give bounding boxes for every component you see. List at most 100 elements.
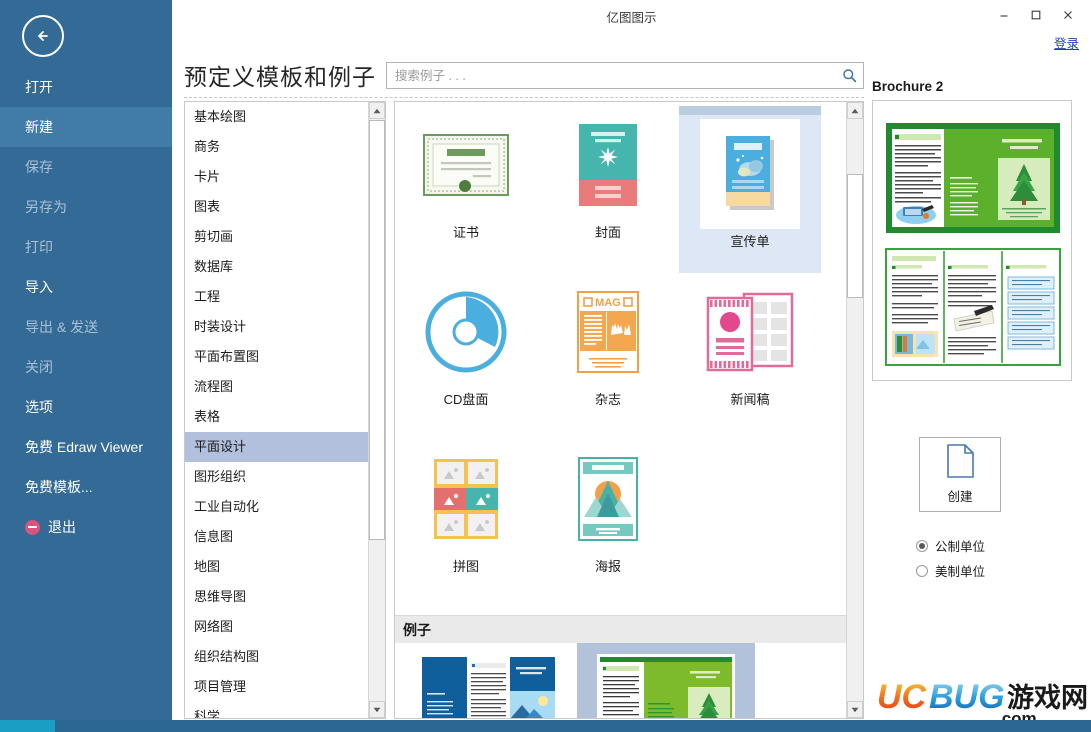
minimize-icon[interactable]	[989, 3, 1019, 27]
template-card-poster[interactable]: 海报	[537, 440, 679, 607]
green-brochure-example	[597, 654, 735, 718]
template-scrollbar[interactable]	[846, 102, 863, 718]
template-grid: 证书 封面 宣传单 CD盘面 MAG 杂志 新闻稿 拼图 海报	[395, 102, 846, 607]
category-item-business[interactable]: 商务	[185, 132, 369, 162]
category-item-form[interactable]: 表格	[185, 402, 369, 432]
category-item-org-chart[interactable]: 组织结构图	[185, 642, 369, 672]
category-label: 平面设计	[194, 439, 247, 454]
template-label: 杂志	[594, 392, 621, 407]
magazine-thumb: MAG	[577, 277, 639, 387]
category-item-graphic-organizer[interactable]: 图形组织	[185, 462, 369, 492]
back-arrow-icon[interactable]	[22, 15, 64, 57]
sidebar-item-close[interactable]: 关闭	[0, 347, 172, 387]
category-item-fashion-design[interactable]: 时装设计	[185, 312, 369, 342]
sidebar-item-label: 打印	[25, 239, 53, 255]
sidebar: 打开 新建 保存 另存为 打印 导入 导出 & 发送 关闭 选项 免费 Edra…	[0, 0, 172, 732]
maximize-icon[interactable]	[1021, 3, 1051, 27]
category-item-clipart[interactable]: 剪切画	[185, 222, 369, 252]
category-label: 流程图	[194, 379, 234, 394]
category-label: 图形组织	[194, 469, 247, 484]
example-card-green-brochure[interactable]	[577, 643, 755, 718]
template-card-cd-label[interactable]: CD盘面	[395, 273, 537, 440]
sidebar-item-exit[interactable]: 退出	[0, 507, 172, 547]
category-item-industrial-automation[interactable]: 工业自动化	[185, 492, 369, 522]
category-item-floor-plan[interactable]: 平面布置图	[185, 342, 369, 372]
sidebar-item-free-edraw-viewer[interactable]: 免费 Edraw Viewer	[0, 427, 172, 467]
category-label: 图表	[194, 199, 221, 214]
category-scrollbar-thumb[interactable]	[369, 120, 385, 540]
category-item-engineering[interactable]: 工程	[185, 282, 369, 312]
template-card-book-cover[interactable]: 封面	[537, 106, 679, 273]
category-item-network-diagram[interactable]: 网络图	[185, 612, 369, 642]
sidebar-item-label: 导入	[25, 279, 53, 295]
sidebar-item-free-templates[interactable]: 免费模板...	[0, 467, 172, 507]
category-item-database[interactable]: 数据库	[185, 252, 369, 282]
login-link[interactable]: 登录	[1054, 33, 1079, 52]
template-card-magazine[interactable]: MAG 杂志	[537, 273, 679, 440]
template-scrollbar-thumb[interactable]	[847, 174, 863, 298]
category-item-infographic[interactable]: 信息图	[185, 522, 369, 552]
edraw-backstage-window: 打开 新建 保存 另存为 打印 导入 导出 & 发送 关闭 选项 免费 Edra…	[0, 0, 1091, 732]
sidebar-item-label: 免费模板...	[25, 479, 93, 495]
search-box[interactable]	[386, 62, 864, 89]
search-icon[interactable]	[835, 68, 863, 83]
template-card-newsletter[interactable]: 新闻稿	[679, 273, 821, 440]
category-list: 基本绘图 商务 卡片 图表 剪切画 数据库 工程 时装设计 平面布置图 流程图 …	[185, 102, 369, 718]
category-label: 项目管理	[194, 679, 247, 694]
category-item-flowchart[interactable]: 流程图	[185, 372, 369, 402]
radio-label: 公制单位	[935, 540, 986, 554]
sidebar-item-export-send[interactable]: 导出 & 发送	[0, 307, 172, 347]
sidebar-item-import[interactable]: 导入	[0, 267, 172, 307]
category-item-chart[interactable]: 图表	[185, 192, 369, 222]
sidebar-item-print[interactable]: 打印	[0, 227, 172, 267]
scroll-up-icon[interactable]	[369, 102, 385, 119]
unit-radio-group: 公制单位 美制单位	[916, 533, 985, 583]
template-card-flyer[interactable]: 宣传单	[679, 106, 821, 273]
category-item-project-management[interactable]: 项目管理	[185, 672, 369, 702]
category-item-card[interactable]: 卡片	[185, 162, 369, 192]
new-document-icon	[946, 444, 974, 483]
radio-metric-units[interactable]: 公制单位	[916, 533, 985, 558]
category-label: 卡片	[194, 169, 221, 184]
category-label: 地图	[194, 559, 221, 574]
search-input[interactable]	[387, 63, 835, 88]
example-card-blue-brochure[interactable]	[399, 643, 577, 718]
radio-unselected-icon[interactable]	[916, 564, 928, 577]
bottom-strip-accent	[0, 720, 55, 732]
radio-selected-icon[interactable]	[916, 539, 928, 552]
category-label: 工程	[194, 289, 221, 304]
book-cover-thumb	[579, 110, 637, 220]
sidebar-item-options[interactable]: 选项	[0, 387, 172, 427]
svg-text:MAG: MAG	[595, 297, 621, 309]
scroll-down-icon[interactable]	[369, 701, 385, 718]
collage-thumb	[434, 444, 498, 554]
category-label: 基本绘图	[194, 109, 247, 124]
sidebar-item-save-as[interactable]: 另存为	[0, 187, 172, 227]
sidebar-item-label: 免费 Edraw Viewer	[25, 439, 144, 455]
radio-imperial-units[interactable]: 美制单位	[916, 558, 985, 583]
category-label: 网络图	[194, 619, 234, 634]
scroll-down-icon[interactable]	[847, 701, 863, 718]
exit-icon	[25, 519, 40, 535]
scroll-up-icon[interactable]	[847, 102, 863, 119]
template-card-collage[interactable]: 拼图	[395, 440, 537, 607]
sidebar-item-new[interactable]: 新建	[0, 107, 172, 147]
sidebar-item-label: 新建	[25, 119, 53, 135]
category-scrollbar[interactable]	[368, 102, 385, 718]
sidebar-item-label: 另存为	[25, 199, 67, 215]
category-item-science[interactable]: 科学	[185, 702, 369, 718]
sidebar-item-label: 选项	[25, 399, 53, 415]
create-button[interactable]: 创建	[919, 437, 1001, 512]
category-item-basic-drawing[interactable]: 基本绘图	[185, 102, 369, 132]
selection-bar	[679, 106, 821, 115]
category-item-graphic-design[interactable]: 平面设计	[185, 432, 369, 462]
template-label: 海报	[594, 559, 621, 574]
category-item-map[interactable]: 地图	[185, 552, 369, 582]
sidebar-item-open[interactable]: 打开	[0, 67, 172, 107]
category-label: 工业自动化	[194, 499, 260, 514]
sidebar-item-save[interactable]: 保存	[0, 147, 172, 187]
category-item-mind-map[interactable]: 思维导图	[185, 582, 369, 612]
close-icon[interactable]	[1053, 3, 1083, 27]
category-panel: 基本绘图 商务 卡片 图表 剪切画 数据库 工程 时装设计 平面布置图 流程图 …	[184, 101, 386, 719]
template-card-certificate[interactable]: 证书	[395, 106, 537, 273]
